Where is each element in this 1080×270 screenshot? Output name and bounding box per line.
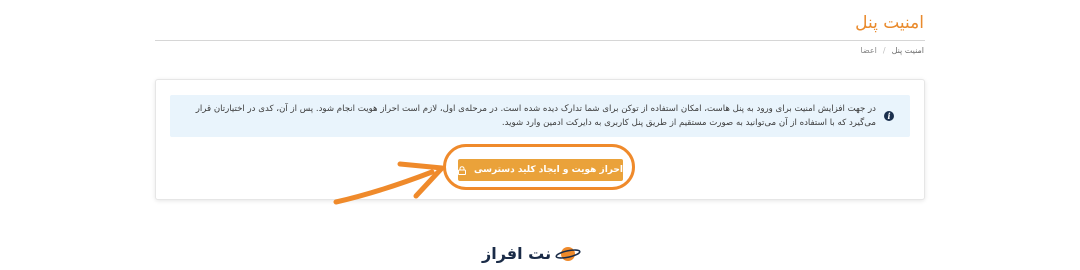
breadcrumb-link-members[interactable]: اعضا	[860, 46, 876, 55]
breadcrumb: امنیت پنل / اعضا	[860, 46, 924, 55]
security-card: i در جهت افزایش امنیت برای ورود به پنل ه…	[155, 79, 925, 200]
breadcrumb-current: امنیت پنل	[891, 46, 924, 55]
brand-logo: نت افراز	[482, 243, 581, 263]
page-title: امنیت پنل	[855, 13, 924, 33]
breadcrumb-separator: /	[882, 46, 886, 55]
planet-logo-icon	[555, 247, 581, 261]
cta-button-label: احراز هویت و ایجاد کلید دسترسی	[474, 165, 623, 175]
authenticate-create-key-button[interactable]: احراز هویت و ایجاد کلید دسترسی	[458, 159, 623, 181]
title-divider	[155, 40, 925, 41]
info-alert: i در جهت افزایش امنیت برای ورود به پنل ه…	[170, 95, 910, 137]
alert-text: در جهت افزایش امنیت برای ورود به پنل هاس…	[195, 104, 876, 128]
logo-text: نت افراز	[482, 243, 552, 263]
lock-icon	[458, 165, 467, 175]
arrow-pointer-icon	[333, 161, 445, 205]
info-icon: i	[884, 111, 894, 121]
